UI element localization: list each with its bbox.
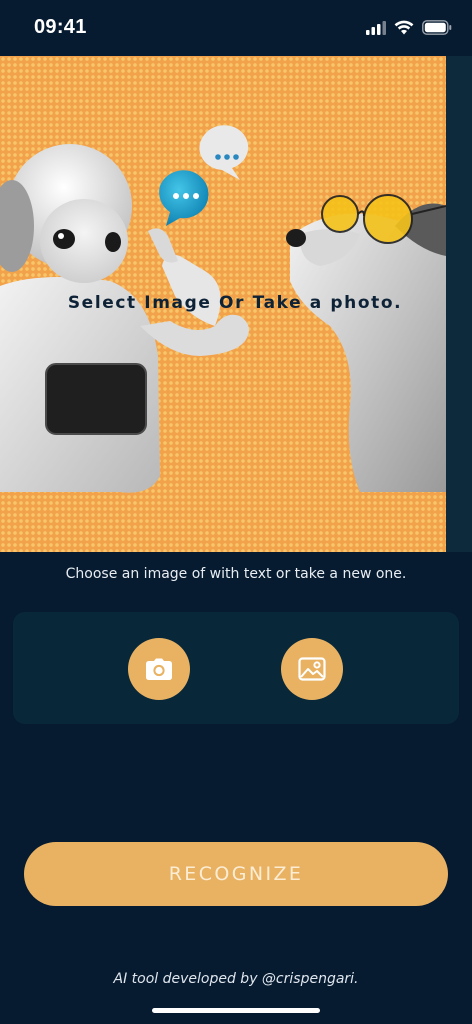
preview-image[interactable]: Select Image Or Take a photo. xyxy=(0,56,446,552)
recognize-button[interactable]: RECOGNIZE xyxy=(24,842,448,906)
footer-credit: AI tool developed by @crispengari. xyxy=(113,971,359,987)
home-indicator[interactable] xyxy=(152,1008,320,1013)
status-time: 09:41 xyxy=(34,16,87,38)
take-photo-button[interactable] xyxy=(128,638,190,700)
select-image-button[interactable] xyxy=(281,638,343,700)
app-screen: 09:41 Select Image Or Take a photo. Choo… xyxy=(0,0,472,1024)
image-source-card xyxy=(13,612,459,724)
status-bar: 09:41 xyxy=(0,0,472,56)
cellular-signal-icon xyxy=(366,20,386,35)
carousel-next-edge xyxy=(446,56,472,552)
gallery-icon xyxy=(298,657,326,681)
wifi-icon xyxy=(394,20,414,35)
status-icons xyxy=(366,20,452,35)
battery-icon xyxy=(422,20,452,35)
hero-caption: Select Image Or Take a photo. xyxy=(67,293,403,313)
camera-icon xyxy=(146,658,172,680)
instruction-text: Choose an image of with text or take a n… xyxy=(65,566,407,582)
